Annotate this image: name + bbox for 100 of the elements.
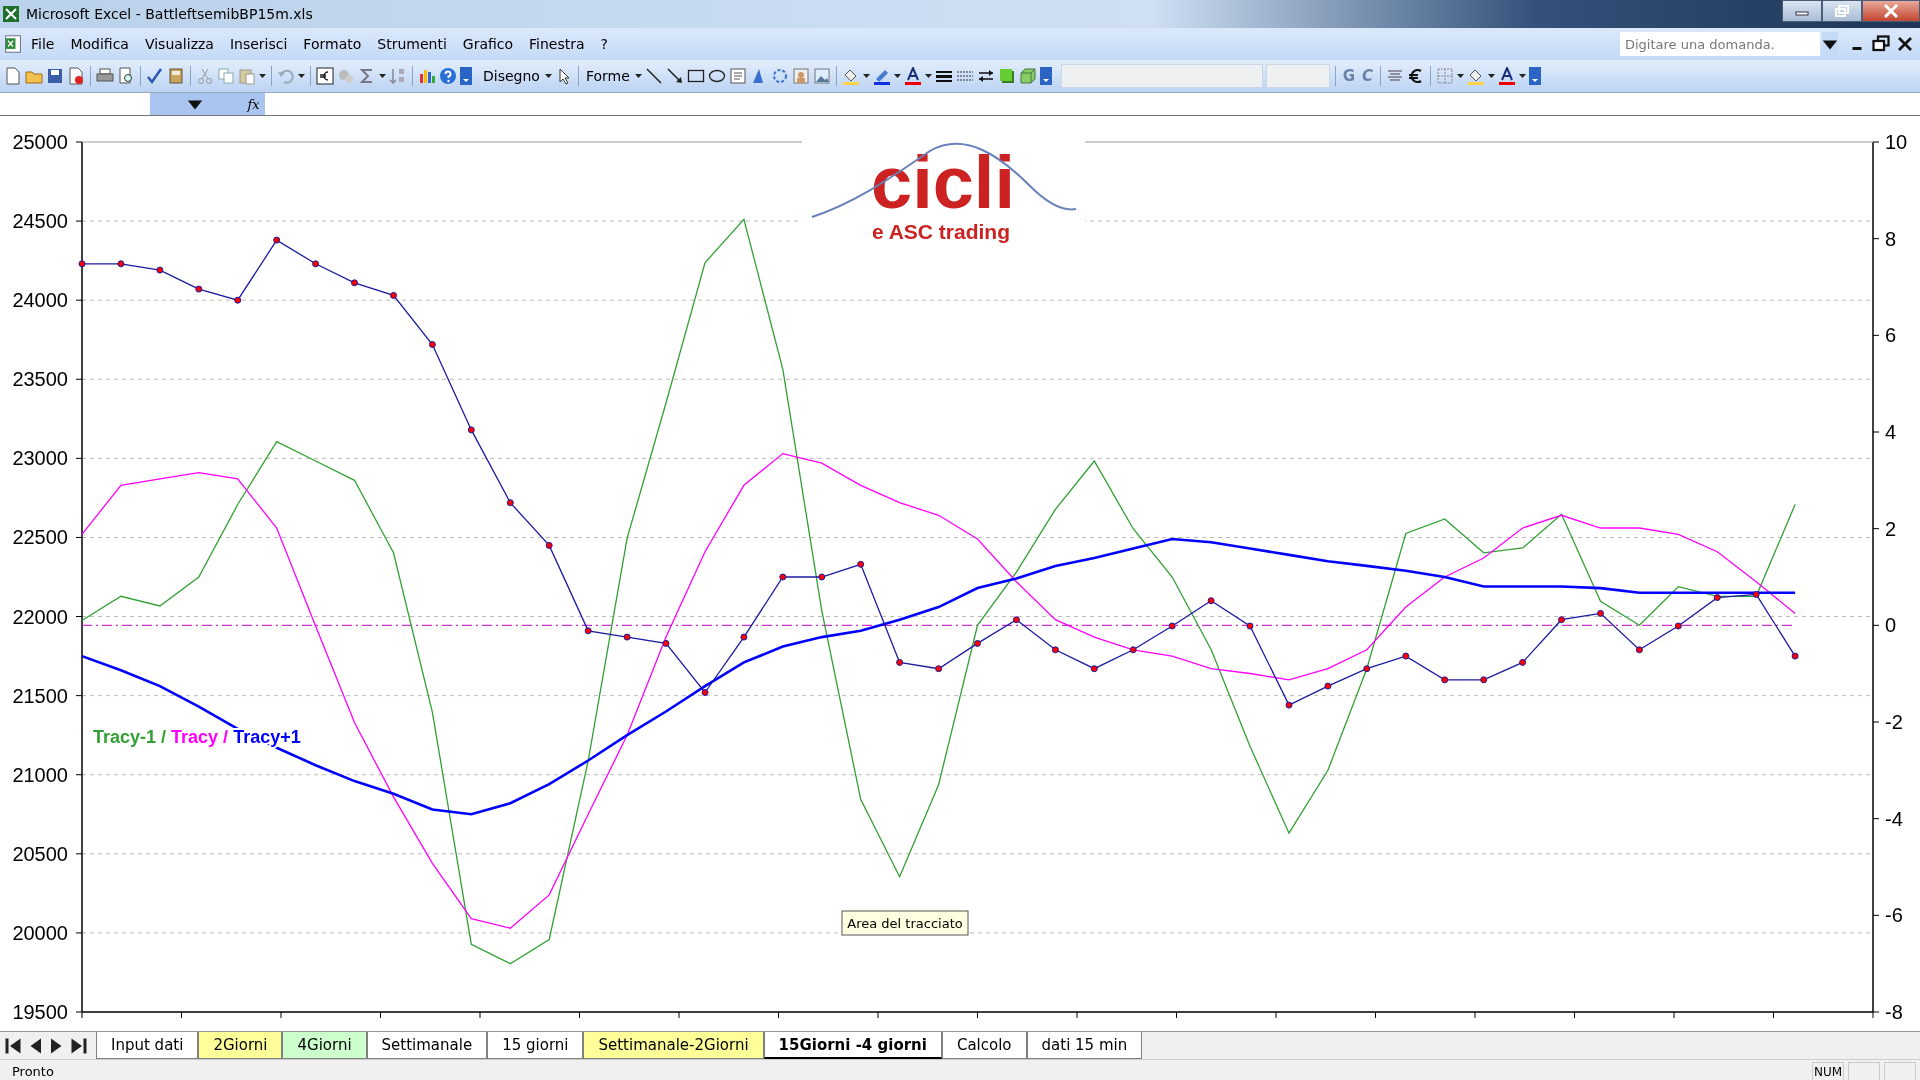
axis-label: 21500 <box>12 684 68 707</box>
arrow-style-icon[interactable] <box>976 67 995 85</box>
currency-icon[interactable] <box>316 67 334 85</box>
book-icon[interactable] <box>167 67 185 85</box>
restore-icon[interactable] <box>1872 35 1890 53</box>
data-point <box>1285 701 1293 709</box>
chart-wizard-icon[interactable] <box>418 67 436 85</box>
help-icon[interactable] <box>439 67 457 85</box>
data-point <box>1519 658 1527 666</box>
minimize-button[interactable] <box>1782 0 1822 22</box>
close-icon[interactable] <box>1896 35 1914 53</box>
data-point <box>506 499 514 507</box>
menu-item[interactable]: File <box>24 34 62 54</box>
sheet-tab[interactable]: 4Giorni <box>282 1032 367 1059</box>
image-icon[interactable] <box>812 67 831 85</box>
menu-item[interactable]: ? <box>593 34 615 54</box>
axis-label: 20500 <box>12 842 68 865</box>
axis-label: 24500 <box>12 210 68 233</box>
paint-bucket-icon[interactable] <box>1467 67 1486 85</box>
axis-label: 24000 <box>12 289 68 312</box>
axis-label: 10 <box>1885 131 1908 153</box>
data-point <box>1129 646 1137 654</box>
data-point <box>1402 652 1410 660</box>
axis-label: 19500 <box>12 1001 68 1023</box>
menu-item[interactable]: Formato <box>296 34 369 54</box>
axis-label: 20000 <box>12 921 68 944</box>
close-button[interactable] <box>1862 0 1920 22</box>
paint-bucket-icon[interactable] <box>841 67 860 85</box>
shadow-icon[interactable] <box>997 67 1016 85</box>
data-point <box>1674 622 1682 630</box>
sheet-tab[interactable]: 2Giorni <box>198 1032 283 1059</box>
menu-item[interactable]: Strumenti <box>370 34 454 54</box>
restore-button[interactable] <box>1822 0 1862 22</box>
printer-icon[interactable] <box>96 67 114 85</box>
data-point <box>1051 646 1059 654</box>
shapes-menu[interactable]: Forme <box>583 68 632 84</box>
sheet-tab[interactable]: Calcolo <box>941 1032 1027 1059</box>
arrow-icon[interactable] <box>665 67 684 85</box>
clipboard-icon[interactable] <box>238 67 256 85</box>
ellipse-icon[interactable] <box>707 67 726 85</box>
sheet-tab[interactable]: Settimanale-2Giorni <box>583 1032 764 1059</box>
save-icon[interactable] <box>46 67 64 85</box>
axis-label: -2 <box>1885 711 1903 733</box>
data-point <box>1635 646 1643 654</box>
font-field[interactable] <box>1060 64 1263 88</box>
axis-label: -6 <box>1885 904 1903 927</box>
draw-menu[interactable]: Disegno <box>481 68 542 84</box>
sheet-tab[interactable]: 15Giorni -4 giorni <box>763 1032 942 1059</box>
font-color-icon[interactable] <box>1498 67 1517 85</box>
sheet-tab[interactable]: dati 15 min <box>1026 1032 1143 1059</box>
excel-icon <box>2 5 20 23</box>
data-point <box>1752 590 1760 598</box>
data-point <box>896 658 904 666</box>
rectangle-icon[interactable] <box>686 67 705 85</box>
axis-label: 23500 <box>12 368 68 391</box>
data-point <box>78 260 86 268</box>
first-sheet-icon[interactable] <box>4 1036 22 1055</box>
menu-item[interactable]: Visualizza <box>137 34 221 54</box>
data-point <box>1168 622 1176 630</box>
sheet-tab[interactable]: Settimanale <box>366 1032 488 1059</box>
question-field[interactable]: Digitare una domanda. <box>1620 32 1820 56</box>
axis-label: 21000 <box>12 763 68 786</box>
data-point <box>818 573 826 581</box>
data-point <box>701 689 709 696</box>
data-point <box>1558 616 1565 624</box>
new-page-icon[interactable] <box>4 67 22 85</box>
spell-check-icon[interactable] <box>146 67 164 85</box>
3d-box-icon[interactable] <box>1018 67 1037 85</box>
data-point <box>779 573 787 581</box>
data-point <box>273 236 281 244</box>
size-field[interactable] <box>1265 64 1330 88</box>
formula-field[interactable] <box>265 93 1920 115</box>
status-text: Pronto <box>12 1064 55 1079</box>
diagram-icon[interactable] <box>770 67 789 85</box>
print-preview-icon[interactable] <box>117 67 135 85</box>
menu-item[interactable]: Finestra <box>522 34 592 54</box>
sheet-tab[interactable]: 15 giorni <box>487 1032 584 1059</box>
axis-label: 22000 <box>12 605 68 628</box>
restore-icon <box>1835 5 1849 17</box>
page-with-stop-icon[interactable] <box>67 67 85 85</box>
pen-icon[interactable] <box>872 67 891 85</box>
data-point <box>156 266 164 274</box>
data-point <box>857 560 865 568</box>
menu-item[interactable]: Inserisci <box>222 34 295 54</box>
data-point <box>545 541 553 549</box>
axis-label: -4 <box>1885 807 1903 830</box>
axis-label: 6 <box>1885 324 1897 347</box>
data-point <box>1207 597 1215 605</box>
data-point <box>623 633 631 641</box>
axis-label: 8 <box>1885 227 1897 250</box>
data-point <box>974 639 981 647</box>
line-icon[interactable] <box>644 67 663 85</box>
last-sheet-icon[interactable] <box>70 1036 88 1055</box>
font-color-icon[interactable] <box>903 67 922 85</box>
sheet-tab[interactable]: Input dati <box>96 1032 199 1059</box>
excel-document-icon <box>4 35 22 53</box>
data-point <box>1480 676 1488 684</box>
menu-item[interactable]: Grafico <box>455 34 521 54</box>
menu-item[interactable]: Modifica <box>63 34 136 54</box>
window-title: Microsoft Excel - BattleftsemibBP15m.xls <box>26 6 314 22</box>
